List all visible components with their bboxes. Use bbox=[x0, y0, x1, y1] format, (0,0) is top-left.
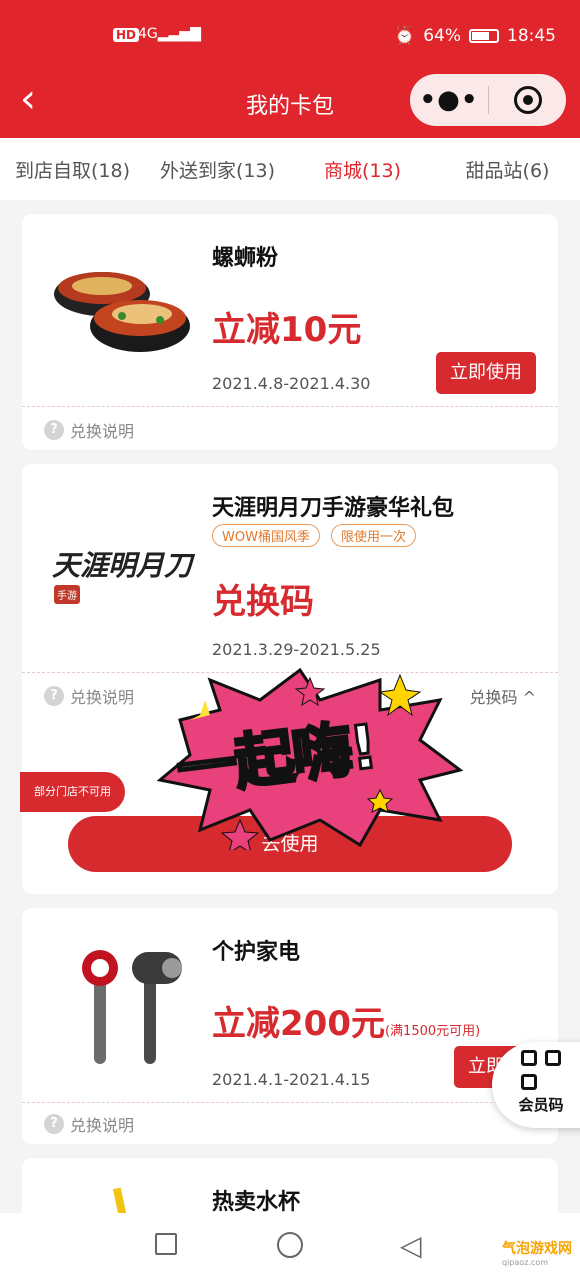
status-bar: HD 4G▂▃▅▇ ⏰ 64% 18:45 bbox=[0, 0, 580, 72]
card-benefit: 立减200元(满1500元可用) bbox=[212, 996, 480, 1045]
card-divider bbox=[22, 406, 558, 407]
coupon-card-noodle: 螺蛳粉 立减10元 2021.4.8-2021.4.30 立即使用 ? 兑换说明 bbox=[22, 214, 558, 450]
network-type: 4G bbox=[138, 26, 158, 42]
system-nav-bar: ◁ bbox=[0, 1213, 580, 1277]
card-date: 2021.4.1-2021.4.15 bbox=[212, 1070, 371, 1089]
tag-item: WOW桶国风季 bbox=[212, 524, 320, 547]
card-title: 天涯明月刀手游豪华礼包 bbox=[212, 496, 455, 521]
tag-list: WOW桶国风季 限使用一次 bbox=[212, 524, 422, 547]
card-title: 热卖水杯 bbox=[212, 1190, 301, 1215]
use-now-button[interactable]: 立即使用 bbox=[436, 352, 536, 394]
alarm-icon: ⏰ bbox=[394, 26, 416, 46]
benefit-amount: 立减200元 bbox=[212, 1004, 385, 1044]
status-right: ⏰ 64% 18:45 bbox=[394, 26, 556, 46]
member-code-label: 会员码 bbox=[518, 1096, 564, 1114]
coupon-card-appliance: 个护家电 立减200元(满1500元可用) 2021.4.1-2021.4.15… bbox=[22, 908, 558, 1144]
card-title: 螺蛳粉 bbox=[212, 246, 279, 271]
tab-dessert[interactable]: 甜品站(6) bbox=[435, 156, 580, 183]
home-button[interactable] bbox=[277, 1232, 303, 1258]
redeem-info-link[interactable]: ? 兑换说明 bbox=[44, 1112, 134, 1136]
qr-code-icon bbox=[521, 1050, 561, 1090]
store-restriction-badge: 部分门店不可用 bbox=[20, 772, 125, 812]
target-icon bbox=[513, 86, 542, 114]
sticker-overlay: 一起嗨! bbox=[150, 660, 470, 855]
clock: 18:45 bbox=[507, 26, 556, 46]
redeem-code-toggle[interactable]: 兑换码 ^ bbox=[470, 684, 537, 708]
watermark-logo: 气泡游戏网 qipaoz.com bbox=[502, 1238, 572, 1267]
tab-pickup[interactable]: 到店自取(18) bbox=[0, 156, 145, 183]
redeem-info-link[interactable]: ? 兑换说明 bbox=[44, 684, 134, 708]
card-title: 个护家电 bbox=[212, 940, 301, 965]
tab-delivery[interactable]: 外送到家(13) bbox=[145, 156, 290, 183]
benefit-condition: (满1500元可用) bbox=[384, 1024, 481, 1039]
tab-mall[interactable]: 商城(13) bbox=[290, 156, 435, 183]
close-target-button[interactable] bbox=[489, 86, 566, 114]
signal-icon: 4G▂▃▅▇ bbox=[138, 26, 201, 42]
game-logo-text: 天涯明月刀 bbox=[52, 549, 193, 582]
hair-dryer-image bbox=[82, 950, 182, 1064]
back-button[interactable]: ◁ bbox=[400, 1229, 422, 1262]
hd-icon: HD bbox=[113, 28, 140, 42]
question-icon: ? bbox=[44, 686, 64, 706]
mini-program-capsule: •●• bbox=[410, 74, 566, 126]
watermark-text: 气泡游戏网 bbox=[502, 1241, 572, 1257]
help-label: 兑换说明 bbox=[70, 1116, 135, 1135]
question-icon: ? bbox=[44, 420, 64, 440]
redeem-info-link[interactable]: ? 兑换说明 bbox=[44, 418, 134, 442]
recent-apps-button[interactable] bbox=[155, 1233, 177, 1255]
tab-bar: 到店自取(18) 外送到家(13) 商城(13) 甜品站(6) bbox=[0, 138, 580, 200]
more-dots-icon[interactable]: •●• bbox=[410, 85, 488, 115]
watermark-sub: qipaoz.com bbox=[502, 1258, 549, 1267]
member-code-button[interactable]: 会员码 bbox=[492, 1042, 580, 1128]
card-divider bbox=[22, 1102, 558, 1103]
tag-item: 限使用一次 bbox=[331, 524, 417, 547]
card-date: 2021.4.8-2021.4.30 bbox=[212, 374, 371, 393]
help-label: 兑换说明 bbox=[70, 422, 135, 441]
battery-level: 64% bbox=[423, 26, 461, 46]
game-logo-image: 天涯明月刀 手游 bbox=[52, 544, 202, 604]
noodle-bowls-image bbox=[54, 272, 190, 352]
game-logo-badge: 手游 bbox=[54, 585, 80, 604]
header-bar: HD 4G▂▃▅▇ ⏰ 64% 18:45 ‹ 我的卡包 •●• bbox=[0, 0, 580, 138]
question-icon: ? bbox=[44, 1114, 64, 1134]
card-benefit: 兑换码 bbox=[212, 582, 314, 622]
card-date: 2021.3.29-2021.5.25 bbox=[212, 640, 381, 659]
card-benefit: 立减10元 bbox=[212, 310, 362, 350]
battery-icon bbox=[469, 29, 499, 43]
help-label: 兑换说明 bbox=[70, 688, 135, 707]
